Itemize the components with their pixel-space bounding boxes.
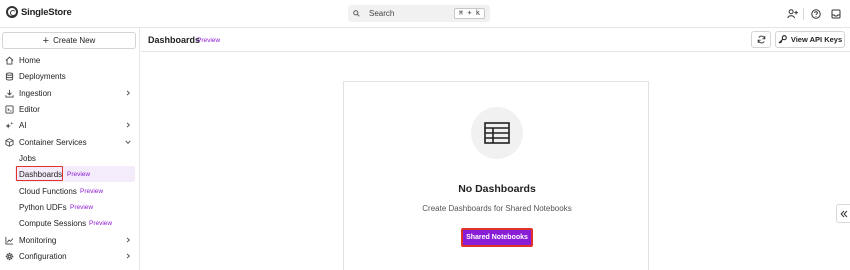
sidebar-item-label: Compute Sessions — [19, 218, 87, 228]
sparkle-icon — [5, 121, 14, 129]
topbar-divider — [803, 8, 804, 20]
preview-badge: Preview — [80, 187, 104, 195]
search-input[interactable]: Search ⌘ + k — [348, 5, 490, 22]
sidebar-item-deployments[interactable]: Deployments — [0, 68, 140, 84]
container-icon — [5, 137, 14, 147]
table-icon — [484, 122, 510, 144]
view-api-keys-button[interactable]: View API Keys — [775, 31, 845, 48]
sidebar-item-jobs[interactable]: Jobs — [0, 150, 140, 166]
sidebar-item-dashboards[interactable]: Dashboards Preview — [15, 166, 135, 182]
chevron-right-icon — [126, 90, 131, 96]
empty-state-subtitle: Create Dashboards for Shared Notebooks — [422, 204, 572, 213]
sidebar-item-label: Editor — [19, 104, 40, 114]
sidebar-item-label: Deployments — [19, 71, 66, 81]
create-new-button[interactable]: + Create New — [2, 32, 136, 49]
sidebar-item-label: Container Services — [19, 137, 87, 147]
database-icon — [5, 71, 14, 81]
sidebar-item-label: Dashboards — [19, 169, 63, 179]
search-icon — [353, 10, 360, 17]
sidebar-item-label: Home — [19, 55, 41, 65]
logo-icon — [6, 6, 18, 18]
preview-badge: Preview — [89, 219, 113, 227]
preview-badge: Preview — [67, 170, 91, 178]
sidebar-item-label: AI — [19, 120, 27, 130]
create-new-label: Create New — [53, 36, 96, 45]
expand-panel-button[interactable] — [836, 204, 850, 223]
sidebar-item-home[interactable]: Home — [0, 52, 140, 68]
view-api-keys-label: View API Keys — [790, 35, 843, 44]
sidebar-item-label: Python UDFs — [19, 202, 67, 212]
double-chevron-left-icon — [840, 210, 847, 217]
chart-icon — [5, 236, 14, 245]
gear-icon — [5, 252, 14, 260]
inbox-icon[interactable] — [829, 7, 843, 21]
sidebar-item-label: Ingestion — [19, 88, 52, 98]
sidebar-item-label: Cloud Functions — [19, 186, 77, 196]
sidebar-item-label: Jobs — [19, 153, 36, 163]
preview-badge: Preview — [70, 203, 94, 211]
empty-state-card: No Dashboards Create Dashboards for Shar… — [343, 81, 649, 270]
editor-icon — [5, 104, 14, 114]
sidebar-item-editor[interactable]: Editor — [0, 101, 140, 117]
sidebar-item-ingestion[interactable]: Ingestion — [0, 85, 140, 101]
search-placeholder: Search — [369, 9, 395, 18]
empty-state-icon-circle — [471, 107, 523, 159]
empty-state-title: No Dashboards — [458, 183, 536, 195]
chevron-right-icon — [126, 253, 131, 259]
plus-icon: + — [42, 34, 50, 47]
sidebar-item-configuration[interactable]: Configuration — [0, 248, 140, 264]
home-icon — [5, 56, 14, 65]
sidebar-item-ai[interactable]: AI — [0, 117, 140, 133]
top-bar: SingleStore Search ⌘ + k — [0, 0, 850, 28]
shared-notebooks-button[interactable]: Shared Notebooks — [461, 228, 533, 247]
logo-text: SingleStore — [21, 6, 72, 18]
preview-badge: Preview — [197, 37, 221, 44]
sidebar-item-cloud-functions[interactable]: Cloud Functions Preview — [0, 183, 140, 199]
search-shortcut: ⌘ + k — [453, 8, 485, 19]
key-icon — [778, 35, 787, 44]
refresh-icon — [757, 35, 765, 44]
sidebar: + Create New Home Deployments Ingestion … — [0, 28, 140, 270]
sidebar-item-container-services[interactable]: Container Services — [0, 134, 140, 150]
singlestore-logo[interactable]: SingleStore — [6, 6, 72, 18]
sidebar-item-label: Configuration — [19, 251, 67, 261]
chevron-right-icon — [126, 237, 131, 243]
page-header: Dashboards Preview View API Keys — [141, 28, 850, 52]
page-title: Dashboards — [148, 35, 201, 45]
help-icon[interactable] — [809, 7, 823, 21]
sidebar-item-compute-sessions[interactable]: Compute Sessions Preview — [0, 215, 140, 231]
sidebar-item-monitoring[interactable]: Monitoring — [0, 232, 140, 248]
chevron-down-icon — [125, 140, 131, 145]
sidebar-item-python-udfs[interactable]: Python UDFs Preview — [0, 199, 140, 215]
sidebar-item-label: Monitoring — [19, 235, 57, 245]
add-user-icon[interactable] — [785, 7, 799, 21]
refresh-button[interactable] — [751, 31, 771, 48]
chevron-right-icon — [126, 122, 131, 128]
download-icon — [5, 89, 14, 98]
